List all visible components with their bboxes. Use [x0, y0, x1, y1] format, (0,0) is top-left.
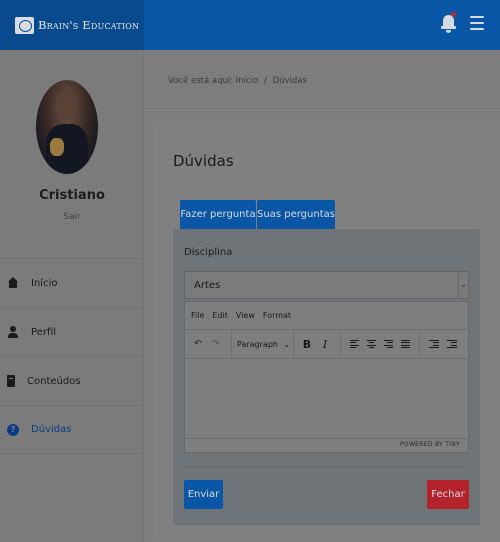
question-form: Disciplina Artes ⌄ File Edit View Format…	[173, 229, 480, 525]
chevron-down-icon: ⌄	[458, 272, 468, 298]
history-group: ↶ ↷	[185, 330, 232, 358]
logout-link[interactable]: Sair	[0, 212, 144, 222]
sidebar-item-label: Perfil	[31, 326, 57, 338]
format-group: B I	[294, 330, 341, 358]
italic-button[interactable]: I	[317, 338, 333, 351]
tab-suas-perguntas[interactable]: Suas perguntas	[257, 200, 335, 229]
sidebar-item-perfil[interactable]: Perfil	[0, 307, 144, 356]
breadcrumb: Você está aqui: Início / Dúvidas	[168, 76, 307, 86]
bell-icon[interactable]	[440, 12, 458, 34]
redo-icon[interactable]: ↷	[208, 339, 224, 349]
breadcrumb-prefix: Você está aqui:	[168, 76, 234, 86]
rich-text-editor: File Edit View Format ↶ ↷ Paragraph ⌄ B …	[184, 301, 469, 453]
divider	[144, 108, 500, 109]
questions-card: Dúvidas Fazer pergunta Suas perguntas Di…	[153, 120, 500, 542]
brand-logo-icon	[15, 16, 34, 34]
menu-file[interactable]: File	[191, 311, 204, 320]
bold-button[interactable]: B	[299, 338, 315, 351]
discipline-select[interactable]: Artes ⌄	[184, 271, 469, 299]
user-icon	[7, 326, 19, 338]
block-format-value: Paragraph	[237, 339, 278, 349]
menu-format[interactable]: Format	[263, 311, 291, 320]
send-button[interactable]: Enviar	[184, 480, 223, 509]
brand[interactable]: Brain's Education	[0, 0, 144, 50]
menu-view[interactable]: View	[236, 311, 255, 320]
align-justify-icon[interactable]	[401, 340, 410, 348]
notification-dot	[451, 12, 456, 17]
main-content: Você está aqui: Início / Dúvidas Dúvidas…	[144, 50, 500, 542]
align-left-icon[interactable]	[350, 340, 359, 348]
breadcrumb-home[interactable]: Início	[236, 76, 259, 86]
powered-by-text[interactable]: POWERED BY TINY	[400, 441, 460, 448]
indent-icon[interactable]	[447, 340, 457, 348]
top-navbar	[144, 0, 500, 50]
avatar	[36, 80, 98, 174]
sidebar-item-inicio[interactable]: Início	[0, 258, 144, 307]
sidebar-item-label: Início	[31, 277, 58, 289]
sidebar-item-duvidas[interactable]: ? Dúvidas	[0, 405, 144, 454]
brand-name: Brain's Education	[38, 18, 140, 32]
breadcrumb-current: Dúvidas	[272, 76, 307, 86]
hamburger-icon[interactable]	[470, 16, 484, 30]
sidebar-item-label: Dúvidas	[31, 424, 72, 435]
editor-menubar: File Edit View Format	[185, 302, 468, 330]
user-name: Cristiano	[39, 188, 105, 203]
tab-bar: Fazer pergunta Suas perguntas	[180, 200, 336, 229]
editor-toolbar: ↶ ↷ Paragraph ⌄ B I	[185, 330, 468, 359]
sidebar-item-label: Conteúdos	[27, 375, 81, 387]
align-group	[341, 330, 420, 358]
sidebar: Cristiano Sair Início Perfil Conteúdos ?…	[0, 50, 144, 542]
indent-group	[420, 330, 466, 358]
menu-edit[interactable]: Edit	[212, 311, 228, 320]
sidebar-item-conteudos[interactable]: Conteúdos	[0, 356, 144, 405]
question-icon: ?	[7, 423, 19, 436]
breadcrumb-separator: /	[263, 76, 267, 86]
block-format-select[interactable]: Paragraph ⌄	[232, 330, 294, 358]
discipline-value: Artes	[194, 279, 221, 291]
tab-fazer-pergunta[interactable]: Fazer pergunta	[180, 200, 256, 229]
editor-statusbar: POWERED BY TINY	[185, 438, 468, 451]
page-title: Dúvidas	[173, 152, 234, 170]
outdent-icon[interactable]	[429, 340, 439, 348]
align-center-icon[interactable]	[367, 340, 376, 348]
close-button[interactable]: Fechar	[427, 480, 469, 509]
book-icon	[7, 375, 15, 387]
divider	[184, 466, 469, 467]
chevron-down-icon: ⌄	[283, 339, 290, 349]
align-right-icon[interactable]	[384, 340, 393, 348]
discipline-label: Disciplina	[184, 247, 233, 258]
sidebar-nav: Início Perfil Conteúdos ? Dúvidas	[0, 258, 144, 454]
editor-content-area[interactable]	[185, 359, 468, 438]
home-icon	[7, 277, 19, 289]
undo-icon[interactable]: ↶	[190, 339, 206, 349]
